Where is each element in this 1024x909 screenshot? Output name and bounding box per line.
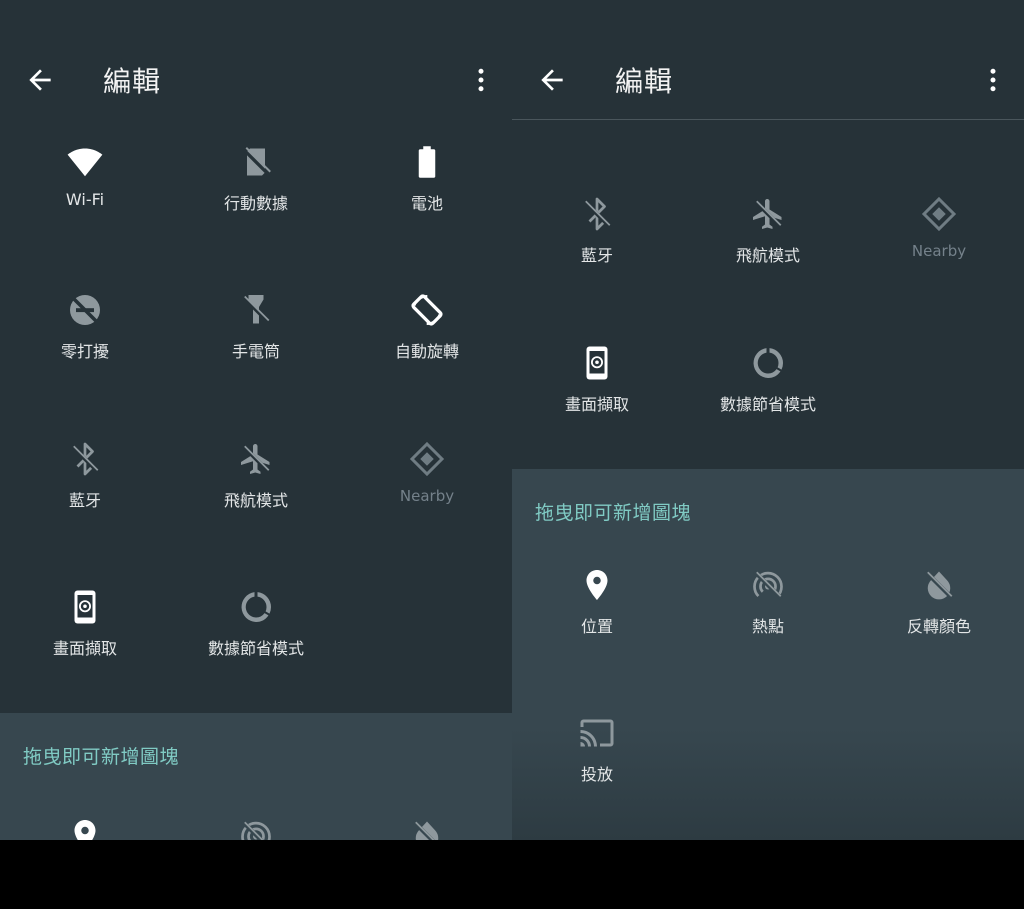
location-icon[interactable] — [67, 817, 103, 840]
tile-label: 飛航模式 — [223, 491, 288, 510]
drag-to-add-heading: 拖曳即可新增圖塊 — [23, 746, 180, 768]
bluetooth-off-icon — [579, 196, 615, 232]
available-tiles-area: 拖曳即可新增圖塊 位置 熱點 反轉顏色 投放 — [512, 469, 1024, 840]
tile-label: 投放 — [580, 765, 613, 784]
tile-do-not-disturb[interactable]: 零打擾 — [0, 292, 170, 422]
tile-label: 熱點 — [751, 617, 784, 636]
hotspot-off-icon[interactable] — [238, 817, 274, 840]
screen-capture-icon — [67, 589, 103, 625]
scrolled-label-fragment: ▁▁▁▁ — [576, 108, 620, 118]
tile-airplane-mode[interactable]: 飛航模式 — [171, 441, 341, 571]
more-options-icon[interactable] — [978, 64, 1008, 96]
hotspot-off-icon — [750, 567, 786, 603]
tile-flashlight[interactable]: 手電筒 — [171, 292, 341, 422]
battery-icon — [409, 144, 445, 180]
quick-settings-editor-right: 編輯 ▁▁▁▁ ▁▁▁ ▁▁▁▁▁ 藍牙 飛航模式 Nearby 畫面擷取 數據… — [512, 0, 1024, 840]
airplane-mode-off-icon — [238, 441, 274, 477]
data-saver-icon — [238, 589, 274, 625]
tile-label: 畫面擷取 — [52, 639, 117, 658]
tile-label: 位置 — [580, 617, 613, 636]
bluetooth-off-icon — [67, 441, 103, 477]
tile-nearby[interactable]: Nearby — [342, 441, 512, 571]
tile-cast[interactable]: 投放 — [512, 715, 682, 840]
tile-auto-rotate[interactable]: 自動旋轉 — [342, 292, 512, 422]
tile-wifi[interactable]: Wi-Fi — [0, 144, 170, 274]
tile-invert-colors[interactable]: 反轉顏色 — [854, 567, 1024, 697]
back-arrow-icon[interactable] — [24, 64, 56, 96]
tile-nearby[interactable]: Nearby — [854, 196, 1024, 326]
tile-airplane-mode[interactable]: 飛航模式 — [683, 196, 853, 326]
location-icon — [579, 567, 615, 603]
invert-colors-icon[interactable] — [409, 817, 445, 840]
tile-label: 畫面擷取 — [564, 395, 629, 414]
tile-cellular-data[interactable]: 行動數據 — [171, 144, 341, 274]
tile-label: 行動數據 — [223, 194, 288, 213]
tile-label: Nearby — [399, 487, 455, 505]
tile-label: 數據節省模式 — [719, 395, 816, 414]
tile-data-saver[interactable]: 數據節省模式 — [171, 589, 341, 719]
do-not-disturb-icon — [67, 292, 103, 328]
cast-icon — [579, 715, 615, 751]
tile-data-saver[interactable]: 數據節省模式 — [683, 345, 853, 475]
available-tiles-peek — [0, 813, 512, 840]
cellular-off-icon — [238, 144, 274, 180]
available-tiles-area: 拖曳即可新增圖塊 — [0, 713, 512, 840]
more-options-icon[interactable] — [466, 64, 496, 96]
scrolled-label-fragment: ▁▁▁ — [742, 108, 775, 118]
tile-location[interactable]: 位置 — [512, 567, 682, 697]
tile-label: 反轉顏色 — [906, 617, 971, 636]
app-bar: 編輯 — [512, 0, 1024, 120]
tile-label: Wi-Fi — [65, 190, 105, 209]
nearby-icon — [921, 196, 957, 232]
tile-label: 藍牙 — [580, 246, 613, 265]
screen-capture-icon — [579, 345, 615, 381]
tile-label: 數據節省模式 — [207, 639, 304, 658]
back-arrow-icon[interactable] — [536, 64, 568, 96]
tile-label: 零打擾 — [60, 342, 109, 361]
tile-label: 手電筒 — [231, 342, 280, 361]
quick-settings-editor-left: 編輯 Wi-Fi 行動數據 電池 零打擾 手電筒 自動旋轉 藍牙 飛航模式 Ne… — [0, 0, 512, 840]
tile-screen-capture[interactable]: 畫面擷取 — [0, 589, 170, 719]
tile-label: 藍牙 — [68, 491, 101, 510]
auto-rotate-icon — [409, 292, 445, 328]
page-title: 編輯 — [103, 65, 162, 98]
page-title: 編輯 — [615, 65, 674, 98]
tile-bluetooth[interactable]: 藍牙 — [512, 196, 682, 326]
app-bar-divider — [512, 119, 1024, 120]
scrolled-label-fragment: ▁▁▁▁▁ — [904, 108, 958, 118]
nearby-icon — [409, 441, 445, 477]
tile-label: 電池 — [410, 194, 443, 213]
airplane-mode-off-icon — [750, 196, 786, 232]
tile-label: Nearby — [911, 242, 967, 260]
drag-to-add-heading: 拖曳即可新增圖塊 — [535, 502, 692, 524]
tile-battery[interactable]: 電池 — [342, 144, 512, 274]
tile-label: 自動旋轉 — [394, 342, 459, 361]
app-bar: 編輯 — [0, 0, 512, 120]
tile-screen-capture[interactable]: 畫面擷取 — [512, 345, 682, 475]
wifi-icon — [67, 144, 103, 180]
tile-bluetooth[interactable]: 藍牙 — [0, 441, 170, 571]
data-saver-icon — [750, 345, 786, 381]
invert-colors-icon — [921, 567, 957, 603]
flashlight-off-icon — [238, 292, 274, 328]
tile-label: 飛航模式 — [735, 246, 800, 265]
tile-hotspot[interactable]: 熱點 — [683, 567, 853, 697]
